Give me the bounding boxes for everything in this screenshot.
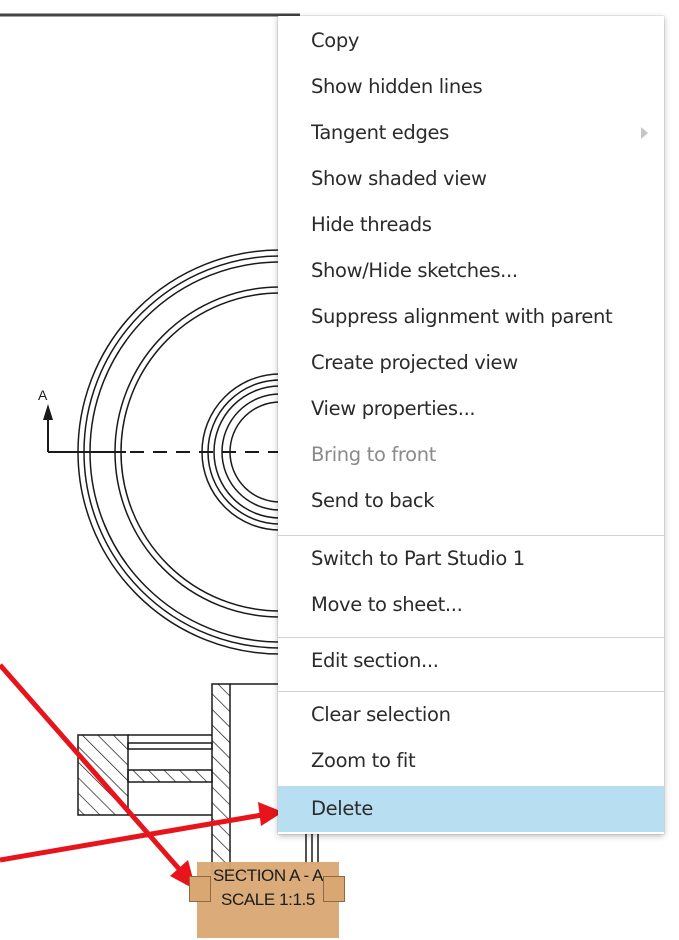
menu-item-edit-section[interactable]: Edit section... [278, 638, 664, 684]
section-view-label[interactable]: SECTION A - A SCALE 1:1.5 [189, 860, 345, 940]
menu-item-show-hide-sketches[interactable]: Show/Hide sketches... [278, 248, 664, 294]
section-marker-a: A [38, 387, 48, 403]
resize-handle-left[interactable] [189, 876, 211, 902]
menu-item-suppress-alignment[interactable]: Suppress alignment with parent [278, 294, 664, 340]
menu-item-copy[interactable]: Copy [278, 18, 664, 64]
annotation-arrow-to-delete [0, 802, 283, 863]
menu-item-view-properties[interactable]: View properties... [278, 386, 664, 432]
menu-item-create-projected-view[interactable]: Create projected view [278, 340, 664, 386]
menu-item-switch-to-part-studio[interactable]: Switch to Part Studio 1 [278, 536, 664, 582]
menu-item-bring-to-front: Bring to front [311, 443, 437, 466]
menu-item-tangent-edges-label: Tangent edges [311, 121, 449, 144]
menu-item-delete[interactable]: Delete [278, 786, 664, 832]
menu-item-send-to-back[interactable]: Send to back [278, 478, 664, 524]
menu-item-clear-selection[interactable]: Clear selection [278, 692, 664, 738]
menu-item-show-shaded-view[interactable]: Show shaded view [278, 156, 664, 202]
menu-item-move-to-sheet[interactable]: Move to sheet... [278, 582, 664, 628]
menu-item-hide-threads[interactable]: Hide threads [278, 202, 664, 248]
section-label-line2: SCALE 1:1.5 [221, 890, 315, 909]
menu-item-zoom-to-fit[interactable]: Zoom to fit [278, 738, 664, 784]
menu-item-show-hidden-lines[interactable]: Show hidden lines [278, 64, 664, 110]
resize-handle-right[interactable] [323, 876, 345, 902]
context-menu[interactable]: Copy Show hidden lines Tangent edges Sho… [278, 16, 664, 834]
menu-item-tangent-edges[interactable]: Tangent edges [278, 110, 664, 156]
section-label-line1: SECTION A - A [212, 866, 324, 885]
submenu-chevron-right-icon [641, 127, 648, 139]
